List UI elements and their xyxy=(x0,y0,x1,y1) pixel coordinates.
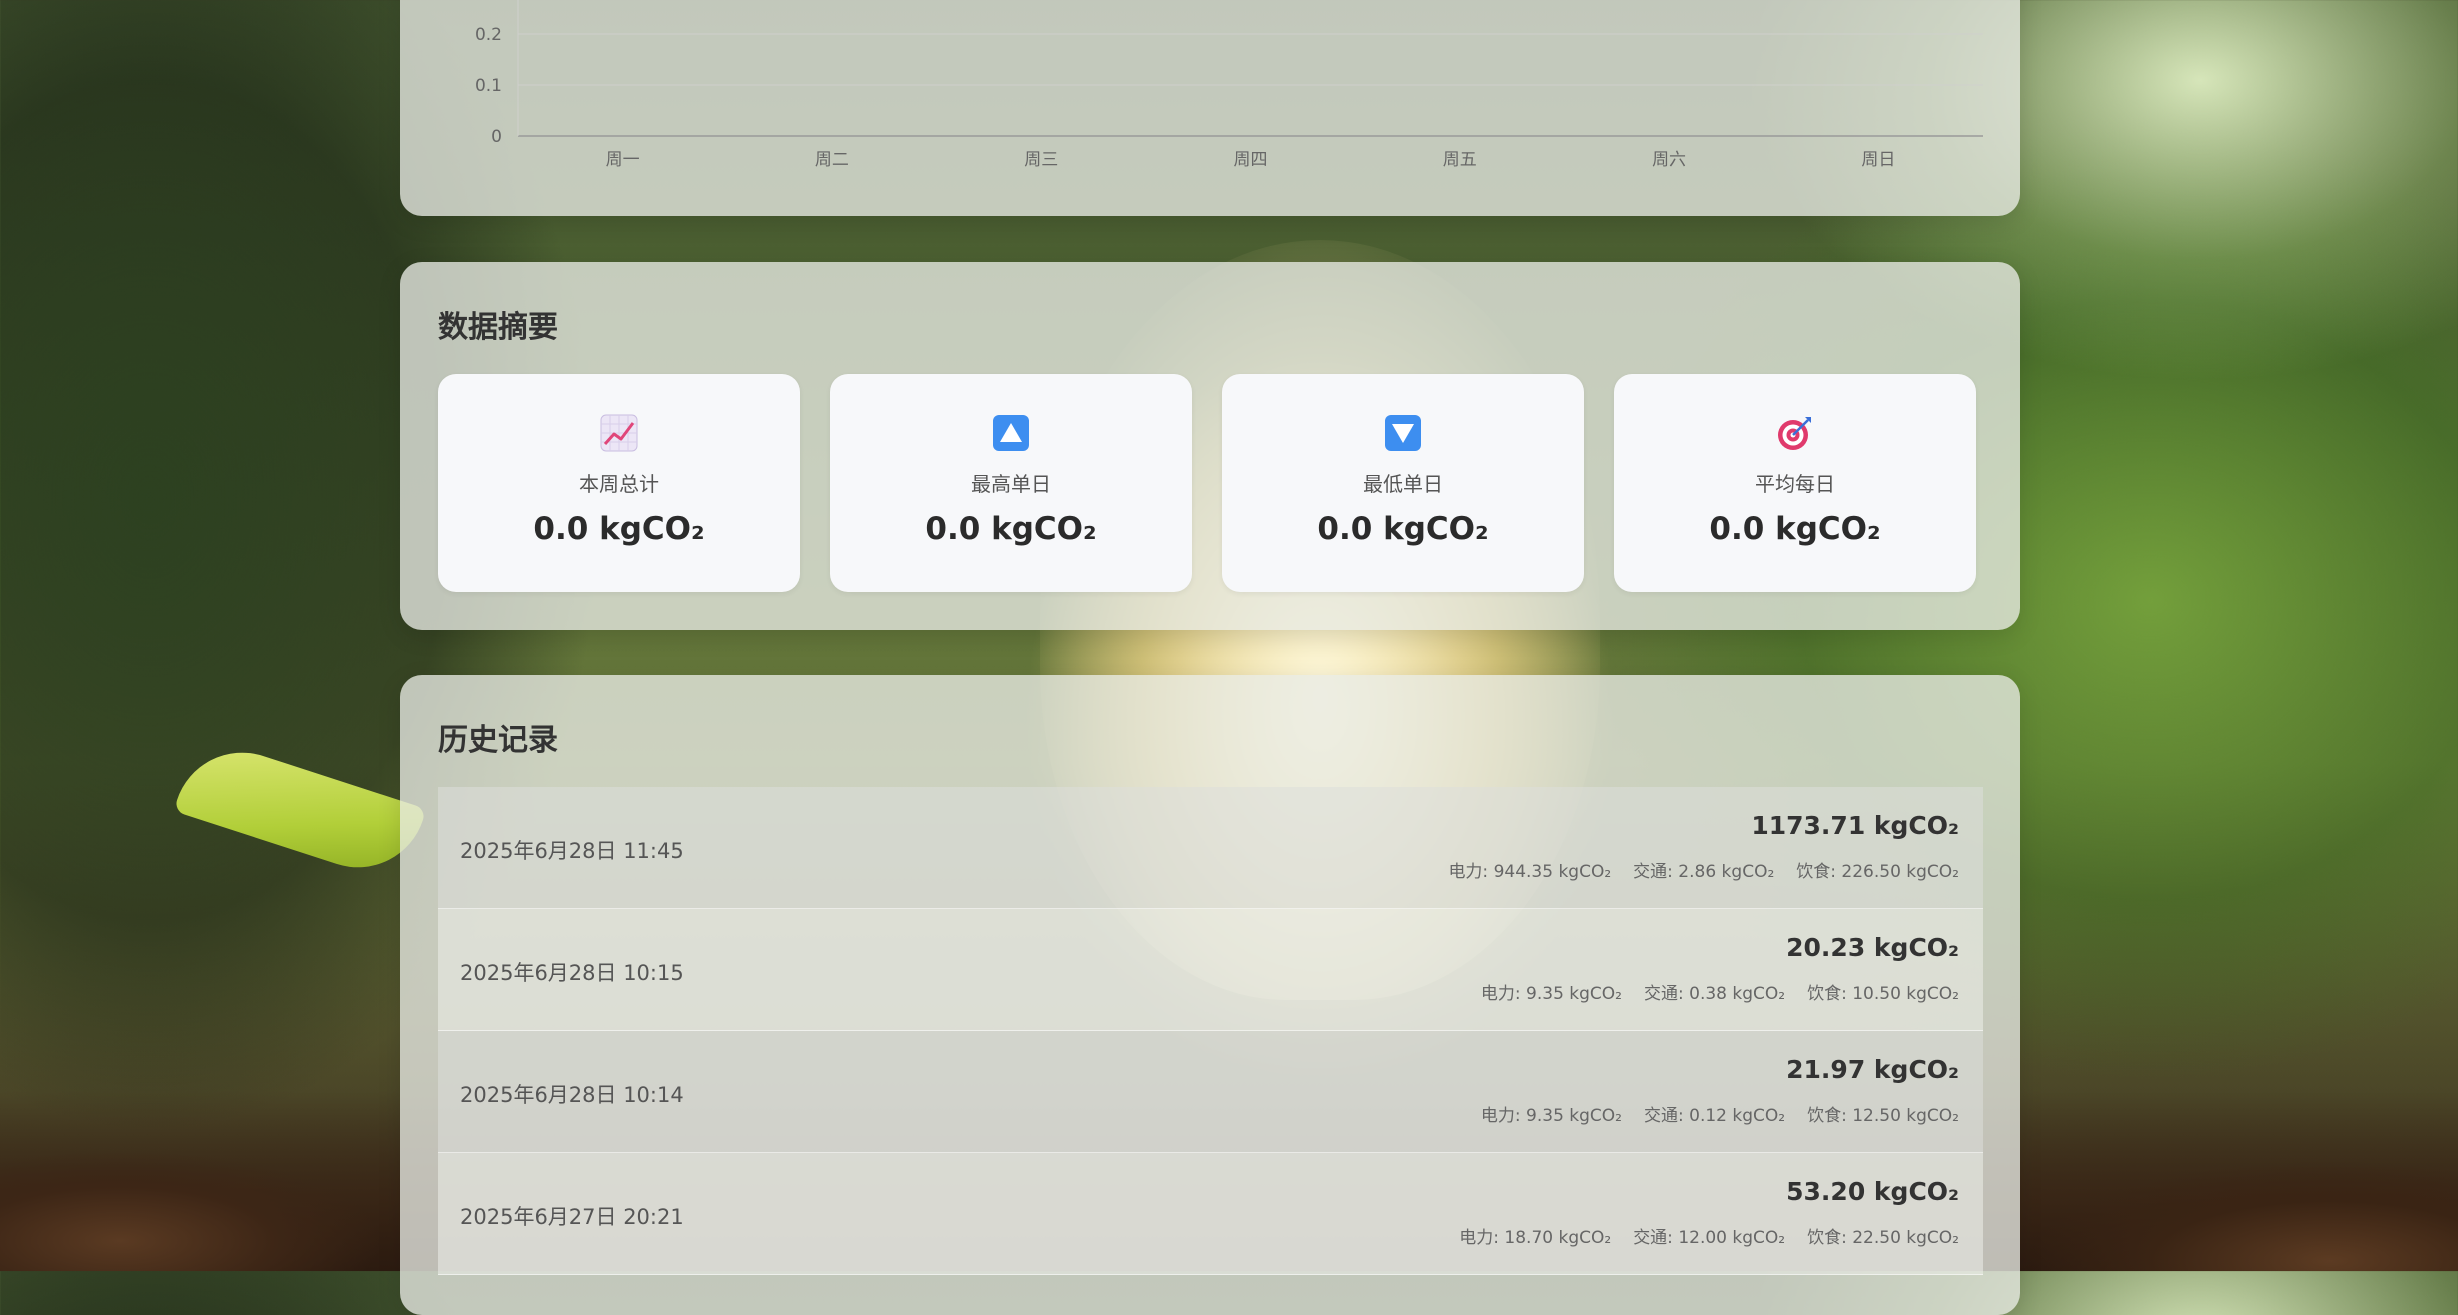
food-emission: 饮食: 10.50 kgCO₂ xyxy=(1807,984,1959,1004)
record-breakdown: 电力: 9.35 kgCO₂ 交通: 0.38 kgCO₂ 饮食: 10.50 … xyxy=(1481,979,1959,1004)
summary-card-daily-average: 平均每日 0.0 kgCO₂ xyxy=(1614,374,1976,592)
record-total: 53.20 kgCO₂ xyxy=(1786,1177,1959,1206)
card-label: 最低单日 xyxy=(1363,472,1443,496)
history-list: 2025年6月28日 11:45 1173.71 kgCO₂ 电力: 944.3… xyxy=(438,787,1983,1275)
card-label: 最高单日 xyxy=(971,472,1051,496)
record-breakdown: 电力: 944.35 kgCO₂ 交通: 2.86 kgCO₂ 饮食: 226.… xyxy=(1448,857,1959,882)
x-tick-label: 周六 xyxy=(1652,150,1686,170)
card-label: 平均每日 xyxy=(1755,472,1835,496)
record-total: 1173.71 kgCO₂ xyxy=(1751,811,1959,840)
record-date: 2025年6月28日 11:45 xyxy=(460,839,684,863)
electricity-emission: 电力: 9.35 kgCO₂ xyxy=(1480,1106,1622,1126)
record-total: 21.97 kgCO₂ xyxy=(1786,1055,1959,1084)
record-breakdown: 电力: 9.35 kgCO₂ 交通: 0.12 kgCO₂ 饮食: 12.50 … xyxy=(1481,1101,1959,1126)
summary-card-lowest-day: 最低单日 0.0 kgCO₂ xyxy=(1222,374,1584,592)
chart-increasing-icon xyxy=(600,414,638,452)
food-emission: 饮食: 226.50 kgCO₂ xyxy=(1796,862,1959,882)
electricity-emission: 电力: 9.35 kgCO₂ xyxy=(1480,984,1622,1004)
electricity-emission: 电力: 944.35 kgCO₂ xyxy=(1448,862,1612,882)
history-record[interactable]: 2025年6月28日 10:14 21.97 kgCO₂ 电力: 9.35 kg… xyxy=(438,1031,1983,1153)
record-date: 2025年6月28日 10:15 xyxy=(460,961,684,985)
summary-card-weekly-total: 本周总计 0.0 kgCO₂ xyxy=(438,374,800,592)
weekly-bar-chart: 0 0.1 0.2 周一 周二 周三 周四 周五 周六 周日 xyxy=(475,0,1983,170)
x-tick-label: 周一 xyxy=(606,150,640,170)
record-total: 20.23 kgCO₂ xyxy=(1786,933,1959,962)
x-tick-label: 周日 xyxy=(1861,150,1895,170)
card-value: 0.0 kgCO₂ xyxy=(533,511,705,547)
history-record[interactable]: 2025年6月28日 10:15 20.23 kgCO₂ 电力: 9.35 kg… xyxy=(438,909,1983,1031)
card-label: 本周总计 xyxy=(579,472,659,496)
record-date: 2025年6月27日 20:21 xyxy=(460,1205,684,1229)
x-tick-label: 周五 xyxy=(1443,150,1477,170)
transport-emission: 交通: 12.00 kgCO₂ xyxy=(1633,1228,1786,1248)
x-tick-label: 周三 xyxy=(1024,150,1058,170)
history-record[interactable]: 2025年6月28日 11:45 1173.71 kgCO₂ 电力: 944.3… xyxy=(438,787,1983,909)
card-value: 0.0 kgCO₂ xyxy=(1317,511,1489,547)
food-emission: 饮食: 12.50 kgCO₂ xyxy=(1807,1106,1959,1126)
x-tick-label: 周四 xyxy=(1234,150,1268,170)
transport-emission: 交通: 0.12 kgCO₂ xyxy=(1644,1106,1786,1126)
transport-emission: 交通: 0.38 kgCO₂ xyxy=(1644,984,1786,1004)
y-tick-label: 0.1 xyxy=(475,76,502,96)
y-tick-label: 0.2 xyxy=(475,25,502,45)
record-breakdown: 电力: 18.70 kgCO₂ 交通: 12.00 kgCO₂ 饮食: 22.5… xyxy=(1459,1223,1959,1248)
x-tick-label: 周二 xyxy=(815,150,849,170)
transport-emission: 交通: 2.86 kgCO₂ xyxy=(1633,862,1775,882)
y-tick-label: 0 xyxy=(491,127,502,147)
background-leaf xyxy=(173,734,427,886)
weekly-chart-panel: 0 0.1 0.2 周一 周二 周三 周四 周五 周六 周日 xyxy=(400,0,2020,216)
history-panel: 历史记录 2025年6月28日 11:45 1173.71 kgCO₂ 电力: … xyxy=(400,675,2020,1315)
summary-cards: 本周总计 0.0 kgCO₂ 最高单日 0.0 kgCO₂ 最低单日 0.0 k… xyxy=(438,374,1976,592)
card-value: 0.0 kgCO₂ xyxy=(925,511,1097,547)
summary-card-highest-day: 最高单日 0.0 kgCO₂ xyxy=(830,374,1192,592)
food-emission: 饮食: 22.50 kgCO₂ xyxy=(1807,1228,1959,1248)
down-triangle-icon xyxy=(1384,414,1422,452)
record-date: 2025年6月28日 10:14 xyxy=(460,1083,684,1107)
target-icon xyxy=(1776,414,1814,452)
card-value: 0.0 kgCO₂ xyxy=(1709,511,1881,547)
electricity-emission: 电力: 18.70 kgCO₂ xyxy=(1459,1228,1612,1248)
summary-title: 数据摘要 xyxy=(438,310,558,345)
up-triangle-icon xyxy=(992,414,1030,452)
history-record[interactable]: 2025年6月27日 20:21 53.20 kgCO₂ 电力: 18.70 k… xyxy=(438,1153,1983,1275)
summary-panel: 数据摘要 本周总计 0.0 kgCO₂ 最高单日 0.0 kgCO₂ 最低单日 … xyxy=(400,262,2020,630)
history-title: 历史记录 xyxy=(438,723,558,758)
